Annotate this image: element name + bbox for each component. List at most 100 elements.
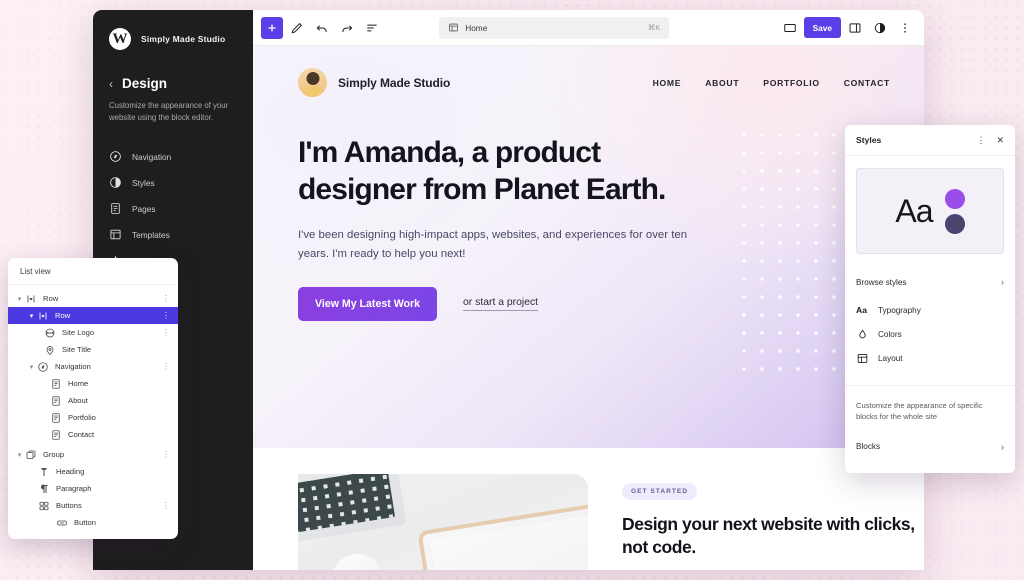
- list-item[interactable]: Paragraph: [8, 480, 178, 497]
- chevron-down-icon[interactable]: ▾: [14, 295, 25, 303]
- styles-panel-list: Browse styles › Aa Typography Colors Lay…: [845, 254, 1015, 369]
- site-nav-item-about[interactable]: ABOUT: [705, 78, 739, 88]
- sidebar-brand[interactable]: W Simply Made Studio: [109, 26, 237, 52]
- site-title: Simply Made Studio: [338, 75, 451, 90]
- hero-content: I'm Amanda, a product designer from Plan…: [253, 97, 723, 322]
- chevron-down-icon[interactable]: ▾: [26, 363, 37, 371]
- sidebar-description: Customize the appearance of your website…: [109, 101, 229, 123]
- list-item[interactable]: ▾ Group ⋮: [8, 446, 178, 463]
- desktop-view-button[interactable]: [779, 17, 801, 39]
- block-editor-window: W Simply Made Studio ‹ Design Customize …: [93, 10, 924, 570]
- chevron-down-icon[interactable]: ▾: [26, 312, 37, 320]
- site-navigation: HOME ABOUT PORTFOLIO CONTACT: [653, 78, 890, 88]
- tools-pencil-button[interactable]: [286, 17, 308, 39]
- template-icon: [448, 22, 459, 33]
- site-nav-item-home[interactable]: HOME: [653, 78, 682, 88]
- command-bar[interactable]: Home ⌘K: [439, 16, 670, 39]
- wordpress-logo-icon[interactable]: W: [109, 28, 131, 50]
- hero-secondary-link[interactable]: or start a project: [463, 297, 539, 312]
- styles-panel-title: Styles: [856, 135, 882, 145]
- sidebar-item-pages[interactable]: Pages: [109, 202, 237, 215]
- site-header: Simply Made Studio HOME ABOUT PORTFOLIO …: [253, 46, 924, 97]
- styles-option-typography[interactable]: Aa Typography: [856, 300, 1004, 321]
- sidebar-item-label: Pages: [132, 203, 156, 214]
- more-vertical-icon[interactable]: ⋮: [162, 501, 170, 510]
- list-item[interactable]: ▾ Navigation ⋮: [8, 358, 178, 375]
- list-item-label: About: [68, 396, 88, 405]
- row-justify-icon: [25, 293, 37, 305]
- list-item[interactable]: Heading: [8, 463, 178, 480]
- hero-heading[interactable]: I'm Amanda, a product designer from Plan…: [298, 135, 723, 208]
- hero-cta-group: View My Latest Work or start a project: [298, 287, 723, 322]
- sidebar-item-label: Navigation: [132, 151, 172, 162]
- more-vertical-icon[interactable]: ⋮: [162, 362, 170, 371]
- styles-option-label: Typography: [878, 306, 921, 315]
- browse-styles-row[interactable]: Browse styles ›: [856, 272, 1004, 292]
- sidebar-item-templates[interactable]: Templates: [109, 228, 237, 241]
- list-item-label: Site Logo: [62, 328, 95, 337]
- list-view-header: List view: [8, 258, 178, 285]
- styles-option-layout[interactable]: Layout: [856, 348, 1004, 369]
- redo-button[interactable]: [336, 17, 358, 39]
- page-link-icon: [50, 395, 62, 407]
- more-vertical-icon[interactable]: ⋮: [162, 311, 170, 320]
- list-item[interactable]: Button: [8, 514, 178, 531]
- close-icon[interactable]: ✕: [996, 135, 1004, 145]
- more-vertical-icon[interactable]: ⋮: [976, 135, 985, 145]
- list-item[interactable]: Portfolio: [8, 409, 178, 426]
- page-link-icon: [50, 412, 62, 424]
- list-item[interactable]: Contact: [8, 426, 178, 443]
- list-view-panel: List view ▾ Row ⋮ ▾ Row ⋮ Site Logo ⋮ Si…: [8, 258, 178, 539]
- chevron-left-icon[interactable]: ‹: [109, 78, 113, 90]
- hero-section: Simply Made Studio HOME ABOUT PORTFOLIO …: [253, 46, 924, 448]
- sidebar-item-styles[interactable]: Styles: [109, 176, 237, 189]
- hero-primary-button[interactable]: View My Latest Work: [298, 287, 437, 322]
- get-started-badge: GET STARTED: [622, 483, 698, 500]
- list-item[interactable]: Site Logo ⋮: [8, 324, 178, 341]
- style-preview-wrap: Aa: [845, 156, 1015, 254]
- styles-panel-note: Customize the appearance of specific blo…: [856, 401, 983, 422]
- list-item[interactable]: About: [8, 392, 178, 409]
- page-link-icon: [50, 429, 62, 441]
- navigation-compass-icon: [109, 150, 122, 163]
- chevron-right-icon: ›: [1001, 277, 1004, 287]
- list-item[interactable]: ▾ Row ⋮: [8, 290, 178, 307]
- style-preview-sample: Aa: [895, 193, 933, 229]
- list-item[interactable]: Buttons ⋮: [8, 497, 178, 514]
- hero-paragraph[interactable]: I've been designing high-impact apps, we…: [298, 226, 698, 263]
- toolbar-right-group: Save: [779, 17, 916, 39]
- more-vertical-icon[interactable]: ⋮: [162, 328, 170, 337]
- site-nav-item-contact[interactable]: CONTACT: [844, 78, 890, 88]
- style-preview-card[interactable]: Aa: [856, 168, 1004, 254]
- more-vertical-icon[interactable]: [894, 17, 916, 39]
- list-item-label: Row: [55, 311, 71, 320]
- undo-button[interactable]: [311, 17, 333, 39]
- site-title-pin-icon: [44, 344, 56, 356]
- sidebar-title: Design: [122, 76, 168, 91]
- color-swatch-secondary: [944, 213, 965, 234]
- save-button[interactable]: Save: [803, 17, 841, 38]
- styles-toggle-button[interactable]: [869, 17, 891, 39]
- styles-option-colors[interactable]: Colors: [856, 324, 1004, 345]
- page-link-icon: [50, 378, 62, 390]
- more-vertical-icon[interactable]: ⋮: [162, 450, 170, 459]
- add-block-button[interactable]: [261, 16, 283, 39]
- styles-option-label: Layout: [878, 354, 903, 363]
- list-view-button[interactable]: [361, 17, 383, 39]
- navigation-compass-icon: [37, 361, 49, 373]
- sidebar-brand-label: Simply Made Studio: [141, 34, 226, 44]
- sidebar-item-navigation[interactable]: Navigation: [109, 150, 237, 163]
- second-section-heading[interactable]: Design your next website with clicks, no…: [622, 513, 924, 559]
- list-item[interactable]: Site Title: [8, 341, 178, 358]
- list-item[interactable]: Home: [8, 375, 178, 392]
- list-item-label: Group: [43, 450, 65, 459]
- more-vertical-icon[interactable]: ⋮: [162, 294, 170, 303]
- list-view-title: List view: [20, 266, 51, 276]
- color-swatch-primary: [944, 188, 965, 209]
- blocks-row[interactable]: Blocks ›: [856, 437, 1004, 457]
- sidebar-item-label: Styles: [132, 177, 155, 188]
- site-nav-item-portfolio[interactable]: PORTFOLIO: [763, 78, 819, 88]
- chevron-down-icon[interactable]: ▾: [14, 451, 25, 459]
- settings-panel-button[interactable]: [844, 17, 866, 39]
- list-item[interactable]: ▾ Row ⋮: [8, 307, 178, 324]
